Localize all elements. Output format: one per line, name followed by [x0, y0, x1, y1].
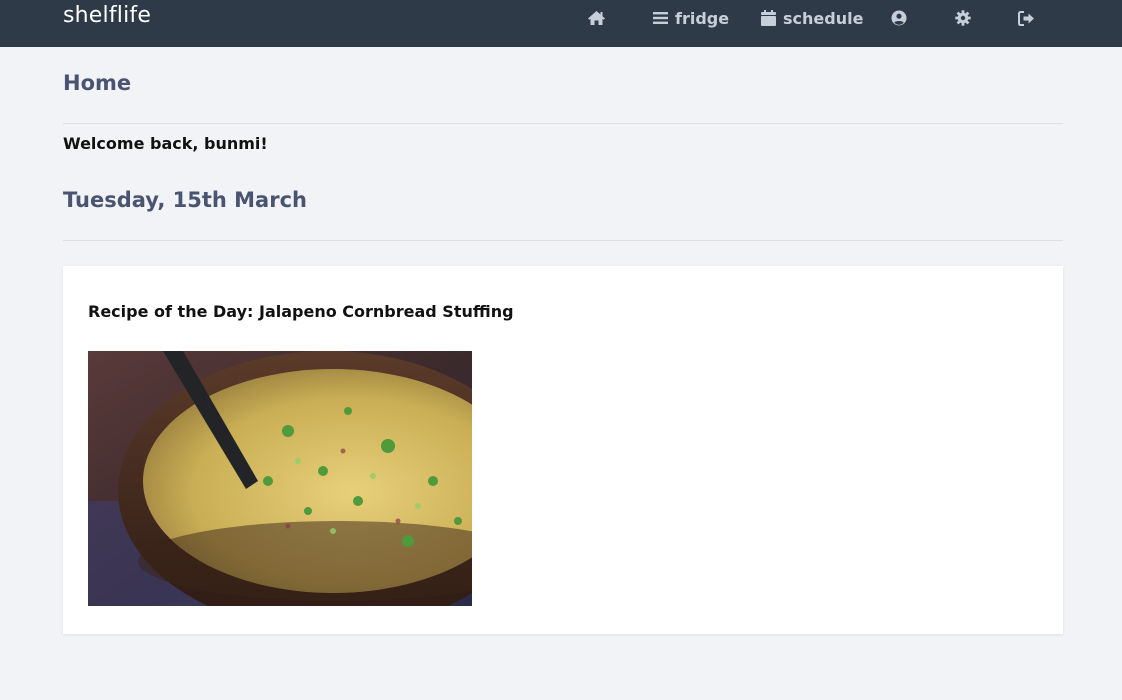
recipe-title[interactable]: Recipe of the Day: Jalapeno Cornbread St…: [88, 302, 514, 321]
recipe-image[interactable]: [88, 351, 472, 606]
nav-schedule-label: schedule: [783, 8, 864, 28]
user-circle-icon: [891, 10, 907, 26]
nav-fridge-label: fridge: [675, 8, 730, 28]
list-icon: [653, 11, 668, 25]
brand-logo[interactable]: shelflife: [63, 3, 151, 28]
nav-schedule[interactable]: schedule: [761, 0, 863, 36]
sign-out-icon: [1018, 10, 1035, 26]
nav-settings[interactable]: [955, 0, 971, 36]
home-icon: [587, 10, 606, 26]
nav-home[interactable]: [587, 0, 606, 36]
divider: [63, 240, 1063, 241]
nav-fridge[interactable]: fridge: [653, 0, 729, 36]
page-title: Home: [63, 71, 132, 95]
date-heading: Tuesday, 15th March: [63, 188, 307, 212]
nav-logout[interactable]: [1018, 0, 1035, 36]
calendar-icon: [761, 10, 776, 26]
divider: [63, 123, 1063, 124]
recipe-photo-illustration: [88, 351, 472, 606]
gear-icon: [955, 10, 971, 26]
nav-profile[interactable]: [891, 0, 907, 36]
recipe-card: Recipe of the Day: Jalapeno Cornbread St…: [63, 266, 1063, 634]
welcome-message: Welcome back, bunmi!: [63, 134, 268, 153]
top-navbar: shelflife fridge schedule: [0, 0, 1122, 47]
